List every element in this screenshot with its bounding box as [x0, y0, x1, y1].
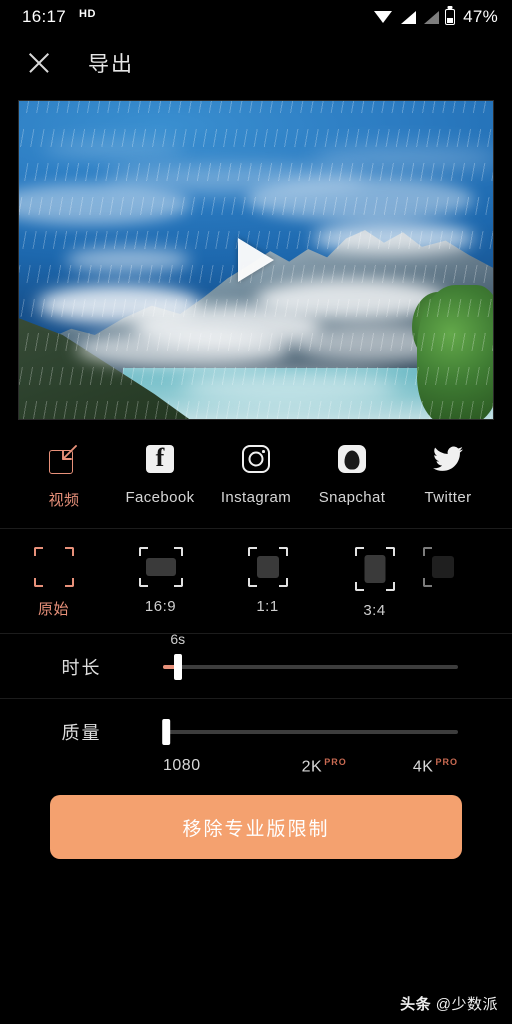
quality-label: 质量: [61, 723, 102, 743]
status-time: 16:17: [22, 7, 67, 26]
quality-tick-2k[interactable]: 2K PRO: [302, 757, 347, 776]
signal-icon-secondary: [422, 10, 440, 24]
battery-icon: [445, 9, 456, 25]
crop-16-9-icon: [138, 547, 183, 587]
play-icon[interactable]: [238, 238, 274, 282]
ratio-item-3-4[interactable]: 3:4: [321, 547, 428, 619]
duration-track: [163, 665, 458, 669]
share-item-facebook[interactable]: Facebook: [112, 442, 208, 506]
ratio-item-1-1[interactable]: 1:1: [214, 547, 321, 619]
status-bar: 16:17 HD 47%: [0, 0, 512, 34]
ratio-item-original[interactable]: 原始: [0, 547, 107, 619]
share-item-video[interactable]: 视频: [16, 442, 112, 510]
watermark: 头条 @少数派: [400, 996, 498, 1013]
duration-section: 时长 6s: [0, 631, 512, 698]
quality-section: 质量 1080 2K PRO 4K PRO: [0, 699, 512, 775]
page-title: 导出: [88, 53, 134, 76]
facebook-icon: [143, 442, 177, 476]
share-item-twitter[interactable]: Twitter: [400, 442, 496, 506]
duration-thumb[interactable]: [173, 654, 182, 680]
low-cloud: [66, 247, 190, 273]
instagram-icon: [239, 442, 273, 476]
cloud: [246, 177, 475, 222]
cta-container: 移除专业版限制: [0, 775, 512, 859]
quality-tick-4k[interactable]: 4K PRO: [413, 757, 458, 776]
quality-slider[interactable]: [162, 719, 458, 745]
wifi-icon: [374, 10, 393, 24]
save-video-icon: [47, 442, 81, 476]
quality-thumb[interactable]: [162, 719, 171, 745]
share-targets: 视频 Facebook Instagram Snapchat Twitter: [0, 420, 512, 528]
preview-container: [0, 92, 512, 420]
crop-1-1-icon: [247, 547, 288, 587]
duration-value: 6s: [170, 631, 186, 647]
crop-next-icon: [423, 547, 463, 587]
share-item-instagram[interactable]: Instagram: [208, 442, 304, 506]
low-cloud: [180, 368, 399, 407]
ratio-label: 3:4: [363, 602, 386, 619]
quality-track: [163, 730, 458, 734]
aspect-ratio-list[interactable]: 原始 16:9 1:1 3:4: [0, 529, 512, 633]
tree: [417, 285, 493, 419]
ratio-item-16-9[interactable]: 16:9: [107, 547, 214, 619]
share-item-snapchat[interactable]: Snapchat: [304, 442, 400, 506]
low-cloud: [312, 221, 475, 254]
quality-tick-1080[interactable]: 1080: [163, 757, 201, 775]
share-label: Facebook: [125, 489, 195, 506]
close-icon[interactable]: [22, 46, 56, 80]
remove-pro-limit-button[interactable]: 移除专业版限制: [50, 795, 462, 859]
duration-slider[interactable]: 6s: [163, 631, 458, 680]
share-label: Snapchat: [318, 489, 386, 506]
video-preview[interactable]: [18, 100, 494, 420]
signal-icon: [399, 10, 417, 24]
crop-original-icon: [33, 547, 74, 587]
twitter-icon: [431, 442, 465, 476]
top-bar: 导出: [0, 34, 512, 92]
low-cloud: [75, 329, 290, 369]
hd-badge: HD: [79, 8, 96, 20]
duration-label: 时长: [61, 658, 102, 678]
share-label: 视频: [48, 492, 80, 509]
export-screen: 16:17 HD 47% 导出 视频 f Facebook Instagram …: [0, 0, 512, 1024]
ratio-label: 1:1: [256, 598, 279, 615]
ratio-label: 原始: [37, 601, 69, 618]
share-label: Twitter: [424, 489, 472, 506]
status-icons: 47%: [374, 7, 498, 27]
crop-3-4-icon: [354, 547, 395, 591]
cloud: [312, 145, 493, 171]
battery-percent: 47%: [463, 7, 498, 26]
snapchat-icon: [335, 442, 369, 476]
ratio-label: 16:9: [144, 598, 177, 615]
ratio-item-next[interactable]: [423, 547, 458, 619]
share-label: Instagram: [220, 489, 292, 506]
